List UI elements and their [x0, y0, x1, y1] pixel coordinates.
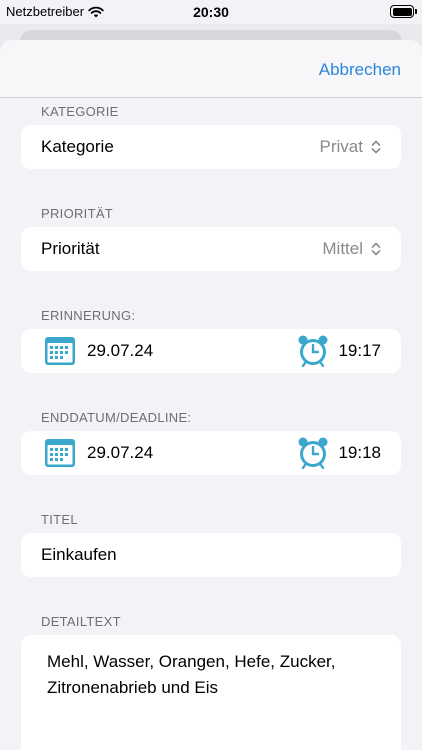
calendar-icon[interactable]	[45, 337, 75, 365]
calendar-icon[interactable]	[45, 439, 75, 467]
detail-card: Mehl, Wasser, Orangen, Hefe, Zucker, Zit…	[21, 635, 401, 750]
navigation-bar: Abbrechen	[0, 40, 422, 98]
reminder-time[interactable]: 19:17	[338, 341, 381, 361]
priority-label: Priorität	[41, 239, 100, 258]
priority-card: Priorität Mittel	[21, 227, 401, 271]
reminder-section-label: ERINNERUNG:	[41, 308, 136, 323]
reminder-card: 29.07.24 19:17	[21, 329, 401, 373]
status-bar: Netzbetreiber 20:30	[0, 0, 422, 24]
detail-text-area[interactable]: Mehl, Wasser, Orangen, Hefe, Zucker, Zit…	[21, 635, 401, 715]
category-card: Kategorie Privat	[21, 125, 401, 169]
priority-picker[interactable]: Priorität Mittel	[21, 227, 401, 271]
title-section-label: TITEL	[41, 512, 78, 527]
priority-value: Mittel	[322, 239, 363, 258]
category-label: Kategorie	[41, 137, 114, 156]
title-input[interactable]: Einkaufen	[21, 533, 401, 577]
category-section-label: KATEGORIE	[41, 104, 119, 119]
deadline-time[interactable]: 19:18	[338, 443, 381, 463]
cancel-button[interactable]: Abbrechen	[319, 60, 401, 80]
status-time: 20:30	[193, 4, 229, 20]
priority-section-label: PRIORITÄT	[41, 206, 114, 221]
category-picker[interactable]: Kategorie Privat	[21, 125, 401, 169]
deadline-date[interactable]: 29.07.24	[87, 443, 298, 463]
up-down-chevron-icon	[371, 242, 381, 256]
title-value: Einkaufen	[41, 545, 117, 564]
deadline-section-label: ENDDATUM/DEADLINE:	[41, 410, 192, 425]
reminder-date[interactable]: 29.07.24	[87, 341, 298, 361]
deadline-card: 29.07.24 19:18	[21, 431, 401, 475]
battery-icon	[390, 5, 417, 18]
detail-section-label: DETAILTEXT	[41, 614, 121, 629]
up-down-chevron-icon	[371, 140, 381, 154]
alarm-clock-icon[interactable]	[298, 335, 328, 367]
modal-sheet: Abbrechen KATEGORIE Kategorie Privat PRI…	[0, 40, 422, 750]
alarm-clock-icon[interactable]	[298, 437, 328, 469]
category-value: Privat	[319, 137, 363, 156]
title-card: Einkaufen	[21, 533, 401, 577]
